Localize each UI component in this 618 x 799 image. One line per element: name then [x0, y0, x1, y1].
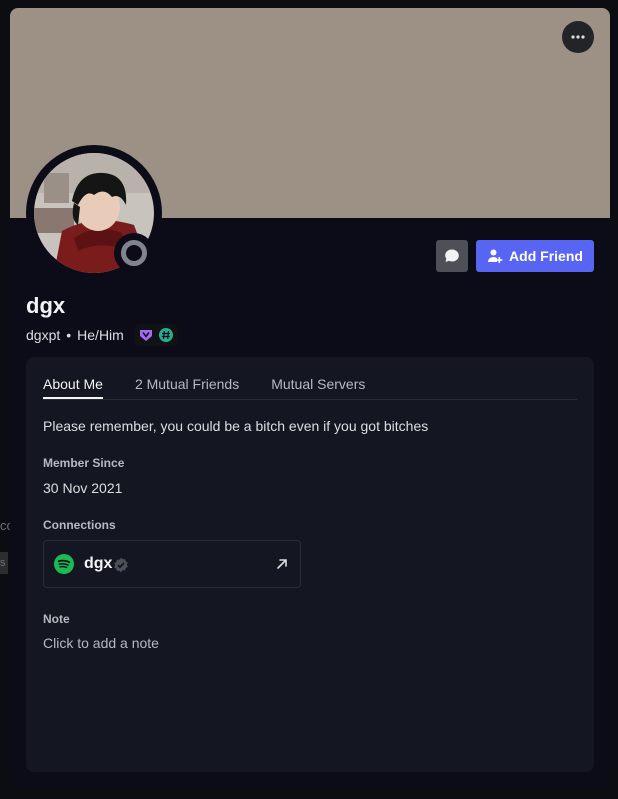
- badge-list: [133, 324, 178, 346]
- user-profile-popout: Add Friend dgx dgxpt • He/Him About Me 2…: [10, 8, 610, 788]
- message-button[interactable]: [436, 240, 468, 272]
- verified-check-icon: [114, 557, 128, 573]
- display-name: dgx: [26, 293, 66, 318]
- connection-spotify[interactable]: dgx: [43, 540, 301, 588]
- tab-mutual-servers[interactable]: Mutual Servers: [271, 357, 365, 398]
- pronouns: He/Him: [77, 327, 124, 343]
- ellipsis-icon: [571, 35, 585, 39]
- profile-body: About Me 2 Mutual Friends Mutual Servers…: [26, 357, 594, 772]
- profile-tabs: About Me 2 Mutual Friends Mutual Servers: [43, 357, 577, 400]
- member-since-value: 30 Nov 2021: [43, 480, 123, 496]
- username: dgxpt: [26, 327, 61, 343]
- background-text-fragment: s: [0, 552, 8, 574]
- chat-bubble-icon: [445, 249, 459, 262]
- hashtag-badge-icon[interactable]: [158, 327, 174, 343]
- user-identity-line: dgxpt • He/Him: [26, 324, 178, 346]
- more-options-button[interactable]: [562, 21, 594, 53]
- avatar-frame: [26, 145, 162, 281]
- tab-about-me[interactable]: About Me: [43, 357, 103, 399]
- tab-mutual-friends[interactable]: 2 Mutual Friends: [135, 357, 239, 398]
- add-friend-label: Add Friend: [509, 248, 583, 264]
- add-friend-button[interactable]: Add Friend: [476, 240, 594, 272]
- note-label: Note: [43, 612, 70, 626]
- external-link-icon[interactable]: [274, 556, 290, 572]
- spotify-icon: [54, 554, 74, 574]
- separator: •: [66, 327, 72, 343]
- member-since-label: Member Since: [43, 456, 125, 470]
- offline-status-icon: [114, 233, 154, 273]
- connections-label: Connections: [43, 518, 116, 532]
- bio-text: Please remember, you could be a bitch ev…: [43, 418, 429, 434]
- note-input[interactable]: [43, 635, 343, 651]
- nitro-badge-icon[interactable]: [138, 327, 154, 343]
- add-user-icon: [488, 249, 503, 263]
- connection-account-name: dgx: [84, 555, 113, 572]
